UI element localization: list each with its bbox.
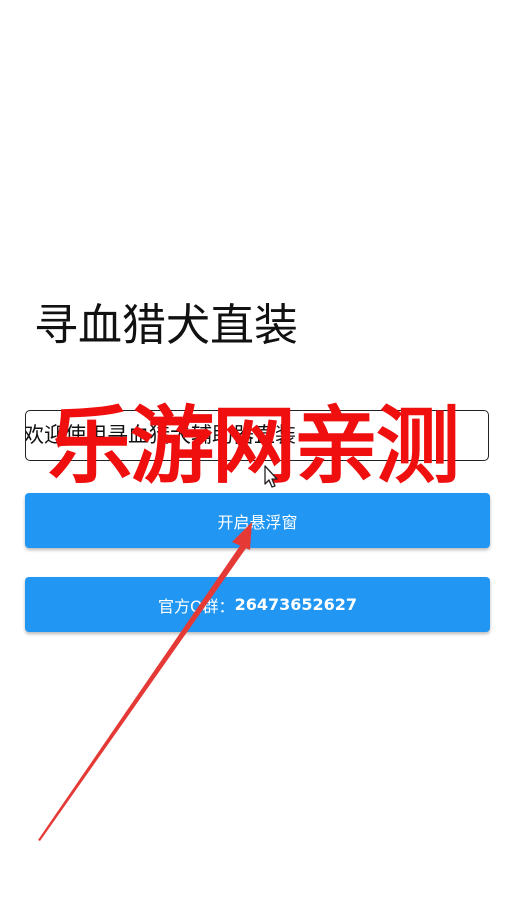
qq-group-prefix: 官方Q群： — [157, 596, 235, 616]
open-float-window-label: 开启悬浮窗 — [217, 512, 298, 532]
page-title: 寻血猎犬直装 — [34, 300, 298, 351]
official-qq-group-button[interactable]: 官方Q群： 26473652627 — [25, 577, 490, 632]
qq-group-number: 26473652627 — [234, 595, 358, 614]
mouse-pointer-icon — [264, 465, 278, 488]
marquee-text-box: 欢迎使用寻血猎犬辅助器直装 — [25, 410, 489, 461]
open-float-window-button[interactable]: 开启悬浮窗 — [25, 493, 490, 548]
marquee-text: 欢迎使用寻血猎犬辅助器直装 — [25, 423, 296, 447]
